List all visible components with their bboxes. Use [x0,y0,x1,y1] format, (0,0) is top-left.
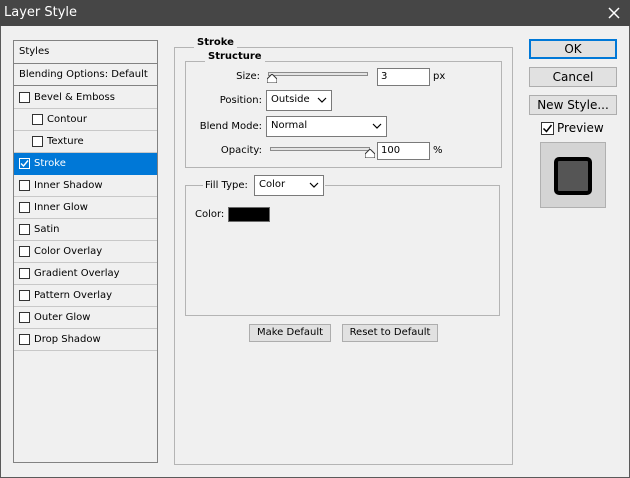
style-checkbox[interactable] [19,158,30,169]
style-item-inner-glow[interactable]: Inner Glow [14,197,157,219]
blend-mode-value: Normal [271,120,308,131]
style-checkbox[interactable] [19,202,30,213]
color-label: Color: [195,209,225,220]
style-item-outer-glow[interactable]: Outer Glow [14,307,157,329]
style-item-label: Drop Shadow [34,334,101,345]
style-item-gradient-overlay[interactable]: Gradient Overlay [14,263,157,285]
blend-mode-label: Blend Mode: [199,121,262,132]
style-item-satin[interactable]: Satin [14,219,157,241]
chevron-down-icon [309,182,319,188]
style-checkbox[interactable] [19,268,30,279]
size-label: Size: [236,71,260,82]
style-checkbox[interactable] [19,224,30,235]
new-style-button[interactable]: New Style... [529,95,617,115]
size-slider[interactable] [268,72,368,76]
style-item-pattern-overlay[interactable]: Pattern Overlay [14,285,157,307]
style-item-label: Color Overlay [34,246,103,257]
opacity-unit: % [433,145,443,156]
style-item-label: Texture [47,136,84,147]
style-item-bevel-emboss[interactable]: Bevel & Emboss [14,87,157,109]
style-checkbox[interactable] [19,334,30,345]
styles-header[interactable]: Styles [14,41,157,64]
style-checkbox[interactable] [19,92,30,103]
fill-type-value: Color [259,179,286,190]
style-checkbox[interactable] [19,312,30,323]
size-slider-thumb[interactable] [267,74,277,83]
style-item-label: Contour [47,114,87,125]
style-item-label: Pattern Overlay [34,290,113,301]
style-checkbox[interactable] [32,136,43,147]
window-title: Layer Style [4,5,78,20]
stroke-title: Stroke [194,37,237,48]
checkmark-icon [542,124,553,133]
fill-type-group [185,185,500,316]
chevron-down-icon [372,123,382,129]
style-checkbox[interactable] [19,180,30,191]
style-item-label: Outer Glow [34,312,91,323]
blending-options-item[interactable]: Blending Options: Default [14,64,157,86]
preview-checkbox[interactable] [541,122,554,135]
size-unit: px [433,71,446,82]
style-item-label: Inner Glow [34,202,88,213]
style-item-label: Satin [34,224,60,235]
style-item-color-overlay[interactable]: Color Overlay [14,241,157,263]
blend-mode-select[interactable]: Normal [266,116,387,137]
opacity-slider-thumb[interactable] [365,149,375,158]
style-item-label: Gradient Overlay [34,268,120,279]
color-swatch[interactable] [228,207,270,222]
style-item-contour[interactable]: Contour [14,109,157,131]
blending-options-label: Blending Options: Default [19,69,148,80]
style-checkbox[interactable] [32,114,43,125]
styles-list: Styles Blending Options: Default Bevel &… [13,40,158,463]
style-item-label: Stroke [34,158,66,169]
style-checkbox[interactable] [19,290,30,301]
structure-title: Structure [205,51,265,62]
chevron-down-icon [317,97,327,103]
size-input[interactable]: 3 [377,68,430,86]
preview-shape [554,157,592,195]
position-select[interactable]: Outside [266,90,332,111]
reset-to-default-button[interactable]: Reset to Default [342,324,438,342]
style-item-stroke[interactable]: Stroke [14,153,157,175]
style-item-inner-shadow[interactable]: Inner Shadow [14,175,157,197]
fill-type-select[interactable]: Color [254,175,324,196]
style-item-texture[interactable]: Texture [14,131,157,153]
cancel-button[interactable]: Cancel [529,67,617,87]
title-bar: Layer Style [0,0,630,26]
style-item-label: Inner Shadow [34,180,103,191]
make-default-button[interactable]: Make Default [249,324,331,342]
style-item-drop-shadow[interactable]: Drop Shadow [14,329,157,351]
opacity-input[interactable]: 100 [377,142,430,160]
style-item-label: Bevel & Emboss [34,92,115,103]
opacity-label: Opacity: [220,145,262,156]
opacity-slider[interactable] [270,147,370,151]
style-checkbox[interactable] [19,246,30,257]
preview-label: Preview [557,121,604,135]
close-icon[interactable] [600,0,628,26]
checkmark-icon [20,160,29,168]
position-value: Outside [271,94,310,105]
fill-type-label: Fill Type: [205,180,248,191]
preview-thumbnail [540,142,606,208]
ok-button[interactable]: OK [529,39,617,59]
position-label: Position: [219,95,262,106]
styles-header-label: Styles [19,46,50,57]
